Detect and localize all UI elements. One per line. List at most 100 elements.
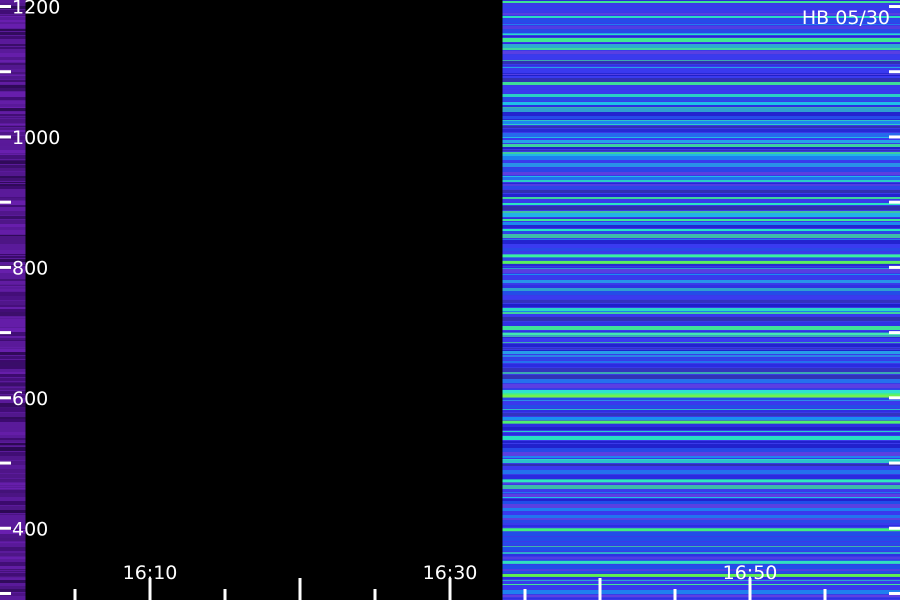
spectral-band: [502, 219, 900, 221]
spectral-band: [0, 20, 26, 22]
spectral-band: [502, 43, 900, 44]
spectral-band: [0, 413, 26, 417]
spectral-band: [0, 338, 26, 340]
spectral-band: [502, 231, 900, 233]
spectral-band: [0, 573, 26, 576]
y-tick-right: [889, 396, 900, 400]
spectral-band: [502, 116, 900, 119]
spectral-band: [502, 160, 900, 162]
spectral-band: [502, 183, 900, 184]
y-tick-left: [0, 5, 11, 9]
spectral-band: [0, 562, 26, 566]
y-tick-left: [0, 526, 11, 530]
spectral-band: [502, 29, 900, 33]
spectral-band: [502, 460, 900, 463]
y-tick-left: [0, 265, 11, 269]
spectral-band: [0, 336, 26, 338]
y-tick-left: [0, 396, 11, 400]
spectral-band: [502, 240, 900, 244]
spectral-band: [0, 553, 26, 556]
spectral-band: [502, 413, 900, 416]
spectral-band: [502, 338, 900, 342]
spectral-band: [0, 155, 26, 159]
spectral-band: [502, 590, 900, 594]
spectral-band: [502, 336, 900, 337]
spectral-band: [0, 547, 26, 549]
spectral-band: [0, 465, 26, 466]
spectral-band: [502, 492, 900, 493]
spectral-band: [502, 140, 900, 143]
spectral-band: [0, 245, 26, 249]
spectral-band: [502, 188, 900, 189]
spectral-band: [0, 40, 26, 43]
spectral-band: [502, 257, 900, 261]
spectral-band: [0, 281, 26, 284]
spectral-band: [502, 218, 900, 219]
spectral-band: [0, 589, 26, 592]
spectral-band: [0, 480, 26, 482]
spectral-band: [502, 312, 900, 314]
spectral-band: [0, 419, 26, 422]
spectral-band: [0, 383, 26, 386]
x-tick: [823, 589, 827, 600]
spectral-band: [0, 469, 26, 473]
spectral-band: [502, 441, 900, 443]
spectral-band: [502, 90, 900, 93]
spectral-band: [0, 510, 26, 513]
spectral-band: [0, 189, 26, 193]
segment-high: [502, 0, 900, 600]
spectral-band: [502, 82, 900, 85]
spectral-band: [502, 73, 900, 74]
spectral-band: [0, 53, 26, 57]
spectral-band: [502, 1, 900, 3]
spectral-band: [502, 44, 900, 48]
spectral-band: [0, 94, 26, 97]
spectral-band: [502, 358, 900, 360]
x-tick: [523, 589, 527, 600]
spectral-band: [502, 417, 900, 420]
y-tick-left: [0, 331, 11, 335]
spectral-band: [502, 75, 900, 76]
spectral-band: [502, 348, 900, 349]
spectral-band: [0, 254, 26, 255]
spectral-band: [0, 286, 26, 287]
y-tick-right: [889, 5, 900, 9]
spectral-band: [0, 362, 26, 366]
spectral-band: [502, 78, 900, 82]
spectral-band: [502, 36, 900, 37]
spectral-band: [0, 417, 26, 419]
y-tick-left: [0, 70, 11, 74]
y-tick-left: [0, 461, 11, 465]
y-tick-label: 800: [12, 257, 48, 279]
spectral-band: [0, 82, 26, 84]
spectral-band: [0, 501, 26, 505]
spectral-band: [0, 474, 26, 478]
spectral-band: [0, 296, 26, 300]
spectral-band: [0, 50, 26, 52]
spectral-band: [0, 569, 26, 570]
spectral-band: [502, 431, 900, 432]
spectral-band: [502, 444, 900, 448]
spectral-band: [0, 114, 26, 116]
spectral-band: [502, 300, 900, 303]
spectral-band: [502, 595, 900, 597]
spectral-band: [502, 520, 900, 523]
spectral-band: [0, 124, 26, 125]
spectral-band: [0, 307, 26, 309]
spectral-band: [0, 29, 26, 31]
spectral-band: [502, 206, 900, 210]
spectral-band: [0, 194, 26, 195]
y-tick-left: [0, 135, 11, 139]
spectral-band: [502, 584, 900, 585]
y-tick-right: [889, 135, 900, 139]
spectral-band: [0, 80, 26, 82]
spectral-band: [502, 222, 900, 225]
spectral-band: [502, 197, 900, 199]
spectral-band: [0, 107, 26, 108]
spectral-band: [0, 493, 26, 497]
spectral-band: [0, 566, 26, 569]
spectral-band: [0, 36, 26, 39]
spectral-band: [502, 571, 900, 573]
spectral-band: [502, 86, 900, 89]
spectral-band: [0, 285, 26, 286]
